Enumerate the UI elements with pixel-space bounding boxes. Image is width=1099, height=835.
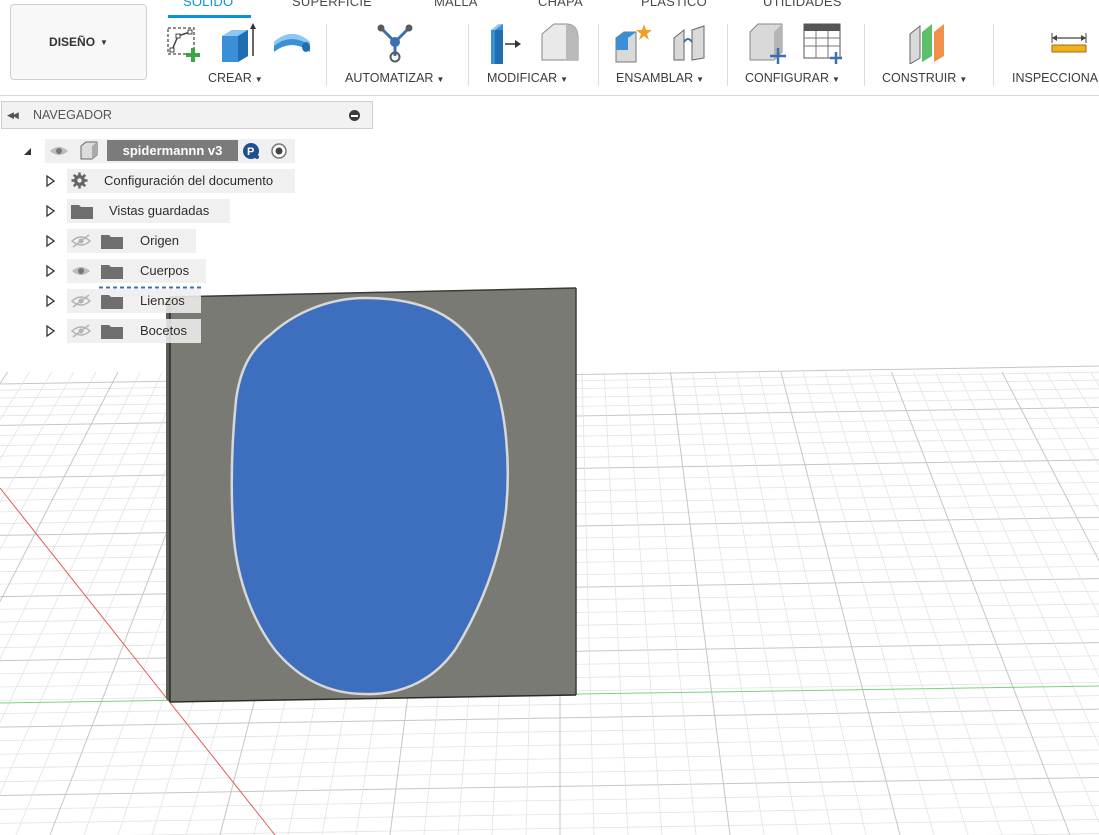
chevron-down-icon: ▼	[959, 75, 968, 84]
measure-button[interactable]	[1050, 22, 1090, 64]
group-divider	[993, 24, 994, 86]
group-divider	[326, 24, 327, 86]
new-component-icon	[615, 24, 652, 63]
joint-icon	[673, 25, 705, 61]
expand-triangle-icon[interactable]	[45, 199, 55, 223]
tree-item-label: Configuración del documento	[104, 173, 274, 188]
group-automatizar[interactable]: AUTOMATIZAR ▼	[345, 71, 444, 85]
revolve-icon	[274, 34, 310, 52]
pin-badge-icon: P	[242, 142, 260, 165]
group-ensamblar[interactable]: ENSAMBLAR ▼	[616, 71, 704, 85]
chevron-down-icon: ▼	[696, 75, 705, 84]
configure-icon	[749, 23, 786, 64]
group-divider	[598, 24, 599, 86]
new-component-button[interactable]	[614, 22, 654, 64]
eye-hidden-icon[interactable]	[70, 233, 92, 254]
extrude-icon	[222, 23, 256, 62]
ribbon-toolbar: SÓLIDO SUPERFICIE MALLA CHAPA PLÁSTICO U…	[0, 0, 1099, 96]
tree-item-label: Origen	[140, 233, 180, 248]
expand-triangle-icon[interactable]	[45, 229, 55, 253]
active-tab-indicator	[168, 15, 251, 18]
document-cube-icon	[78, 141, 100, 166]
press-pull-icon	[491, 24, 521, 64]
chevron-down-icon: ▼	[100, 37, 108, 47]
joint-button[interactable]	[670, 22, 710, 64]
expand-triangle-icon[interactable]	[45, 319, 55, 343]
group-divider	[468, 24, 469, 86]
chevron-down-icon: ▼	[436, 75, 445, 84]
revolve-button[interactable]	[272, 22, 312, 64]
tree-item-label: Vistas guardadas	[109, 203, 210, 218]
tab-utilidades[interactable]: UTILIDADES	[763, 0, 842, 9]
tree-item-label: Cuerpos	[140, 263, 190, 278]
expand-triangle-icon[interactable]	[45, 169, 55, 193]
create-sketch-button[interactable]	[164, 22, 204, 64]
navigator-header[interactable]: ◀◀ NAVEGADOR	[1, 101, 373, 129]
press-pull-button[interactable]	[487, 22, 527, 64]
tab-malla[interactable]: MALLA	[434, 0, 478, 9]
configure-button[interactable]	[748, 22, 788, 64]
tree-item-label: Lienzos	[140, 293, 185, 308]
folder-icon	[101, 233, 123, 254]
group-crear[interactable]: CREAR ▼	[208, 71, 263, 85]
group-divider	[727, 24, 728, 86]
folder-icon	[101, 293, 123, 314]
gear-icon	[71, 172, 88, 194]
chevron-down-icon: ▼	[560, 75, 569, 84]
group-inspeccionar[interactable]: INSPECCIONA	[1012, 71, 1098, 85]
chevron-down-icon: ▼	[832, 75, 840, 84]
collapse-left-icon[interactable]: ◀◀	[7, 110, 27, 121]
offset-plane-icon	[909, 24, 944, 64]
eye-icon[interactable]	[48, 143, 70, 164]
workspace-switcher-button[interactable]: DISEÑO ▼	[10, 4, 147, 80]
group-construir[interactable]: CONSTRUIR ▼	[882, 71, 967, 85]
offset-plane-button[interactable]	[908, 22, 948, 64]
configuration-table-button[interactable]	[802, 22, 842, 64]
fillet-icon	[541, 23, 579, 61]
create-sketch-icon	[167, 27, 200, 62]
folder-icon	[71, 203, 93, 224]
automate-icon	[377, 24, 413, 63]
automate-button[interactable]	[375, 22, 415, 64]
badge-letter: P	[247, 146, 254, 158]
navigator-title: NAVEGADOR	[33, 108, 112, 122]
fillet-button[interactable]	[540, 22, 580, 64]
measure-icon	[1051, 33, 1087, 53]
tab-solido[interactable]: SÓLIDO	[183, 0, 233, 9]
model-body[interactable]	[166, 287, 577, 703]
group-divider	[864, 24, 865, 86]
root-document-name[interactable]: spidermannn v3	[107, 140, 238, 161]
tab-superficie[interactable]: SUPERFICIE	[292, 0, 372, 9]
tab-plastico[interactable]: PLÁSTICO	[641, 0, 707, 9]
minimize-icon[interactable]	[349, 110, 360, 121]
folder-icon	[101, 323, 123, 344]
extrude-button[interactable]	[218, 22, 258, 64]
expand-triangle-icon[interactable]	[45, 289, 55, 313]
expanded-triangle-icon[interactable]	[22, 139, 32, 163]
chevron-down-icon: ▼	[254, 75, 263, 84]
table-icon	[803, 23, 842, 64]
eye-hidden-icon[interactable]	[70, 323, 92, 344]
tree-item-label: Bocetos	[140, 323, 187, 338]
workspace-label: DISEÑO	[49, 35, 96, 49]
group-modificar[interactable]: MODIFICAR ▼	[487, 71, 568, 85]
eye-hidden-icon[interactable]	[70, 293, 92, 314]
radio-activate-icon[interactable]	[270, 142, 288, 165]
tab-chapa[interactable]: CHAPA	[538, 0, 583, 9]
eye-icon[interactable]	[70, 263, 92, 284]
expand-triangle-icon[interactable]	[45, 259, 55, 283]
group-configurar[interactable]: CONFIGURAR ▼	[745, 71, 840, 85]
